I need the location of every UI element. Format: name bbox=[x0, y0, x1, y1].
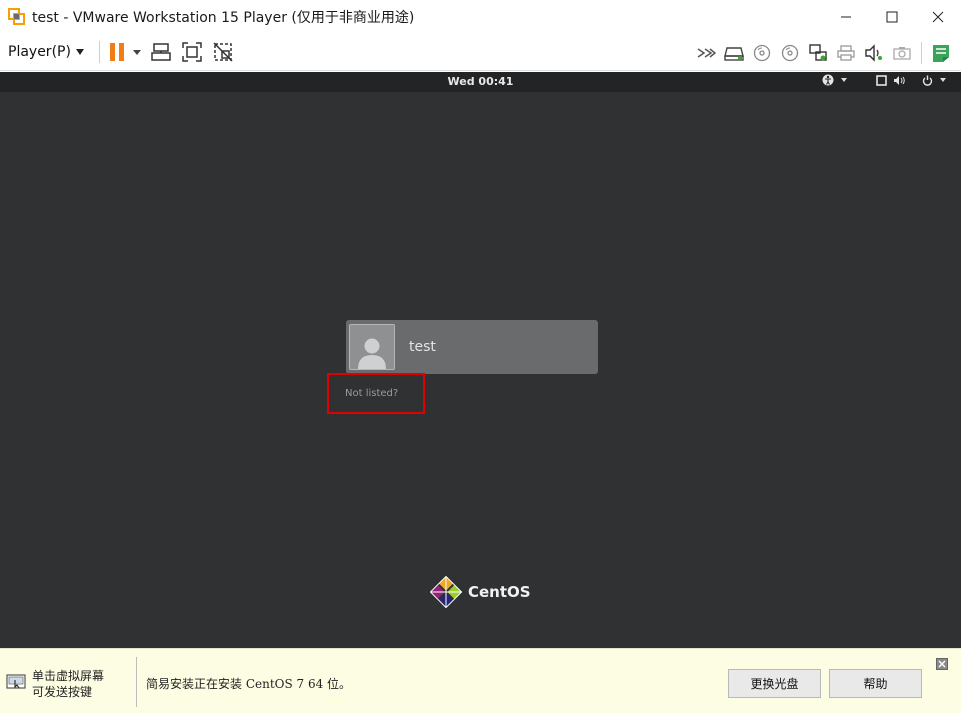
accessibility-icon[interactable] bbox=[822, 74, 834, 86]
help-button[interactable]: 帮助 bbox=[829, 669, 922, 698]
notification-divider bbox=[136, 657, 137, 707]
send-ctrl-alt-del-icon bbox=[151, 43, 171, 61]
notification-close-button[interactable] bbox=[936, 658, 948, 670]
centos-logo-text: CentOS bbox=[468, 583, 531, 601]
chevron-down-icon bbox=[940, 78, 946, 82]
device-icons bbox=[692, 34, 955, 71]
unity-icon bbox=[213, 42, 233, 62]
centos-logo-icon bbox=[430, 576, 462, 608]
notification-bar: 单击虚拟屏幕 可发送按键 简易安装正在安装 CentOS 7 64 位。 更换光… bbox=[0, 648, 961, 713]
power-options-dropdown[interactable] bbox=[131, 39, 143, 65]
system-menu[interactable] bbox=[822, 74, 947, 86]
camera-button[interactable] bbox=[888, 40, 915, 66]
annotation-highlight-box bbox=[327, 373, 425, 414]
fullscreen-icon bbox=[182, 42, 202, 62]
send-ctrl-alt-del-button[interactable] bbox=[148, 39, 174, 65]
cd-dvd-button-2[interactable] bbox=[776, 40, 803, 66]
cd-dvd-icon bbox=[753, 44, 770, 61]
volume-icon bbox=[894, 75, 905, 85]
printer-button[interactable] bbox=[832, 40, 859, 66]
vmware-app-icon bbox=[8, 8, 25, 25]
window-controls bbox=[823, 0, 961, 34]
pause-button[interactable] bbox=[108, 39, 126, 65]
power-icon bbox=[922, 75, 933, 86]
install-status-text: 简易安装正在安装 CentOS 7 64 位。 bbox=[146, 677, 352, 691]
vmware-window: test - VMware Workstation 15 Player (仅用于… bbox=[0, 0, 961, 713]
dropdown-arrow-icon bbox=[132, 50, 141, 55]
message-log-button[interactable] bbox=[927, 40, 954, 66]
minimize-button[interactable] bbox=[823, 0, 869, 34]
toolbar-divider bbox=[98, 41, 100, 63]
chevron-down-icon bbox=[75, 49, 84, 55]
minimize-icon bbox=[841, 16, 851, 18]
camera-icon bbox=[892, 46, 911, 60]
printer-icon bbox=[836, 44, 855, 61]
square-icon bbox=[876, 74, 887, 86]
clock[interactable]: Wed 00:41 bbox=[0, 75, 961, 88]
fast-forward-button[interactable] bbox=[692, 40, 719, 66]
sound-card-button[interactable] bbox=[860, 40, 887, 66]
network-adapter-button[interactable] bbox=[804, 40, 831, 66]
close-icon bbox=[938, 660, 946, 668]
gnome-top-bar: Wed 00:41 bbox=[0, 72, 961, 92]
user-name: test bbox=[409, 339, 436, 355]
centos-logo: CentOS bbox=[430, 576, 531, 608]
player-toolbar: Player(P) bbox=[0, 34, 961, 71]
chevron-down-icon bbox=[841, 78, 847, 82]
window-title: test - VMware Workstation 15 Player (仅用于… bbox=[32, 10, 415, 26]
sound-card-icon bbox=[864, 43, 882, 62]
maximize-icon bbox=[886, 11, 898, 23]
keyboard-hint-icon bbox=[6, 674, 26, 689]
fast-forward-icon bbox=[697, 47, 716, 58]
user-list-item[interactable]: test bbox=[346, 320, 598, 374]
avatar bbox=[349, 324, 395, 370]
title-bar: test - VMware Workstation 15 Player (仅用于… bbox=[0, 0, 961, 34]
player-menu[interactable]: Player(P) bbox=[8, 39, 91, 65]
unity-button[interactable] bbox=[210, 39, 236, 65]
hard-disk-icon bbox=[723, 46, 744, 61]
player-menu-label: Player(P) bbox=[8, 44, 71, 60]
pause-icon bbox=[109, 43, 124, 61]
click-screen-hint: 单击虚拟屏幕 可发送按键 bbox=[32, 668, 104, 700]
close-icon bbox=[932, 11, 944, 23]
hint-text: 单击虚拟屏幕 可发送按键 bbox=[32, 669, 105, 699]
maximize-button[interactable] bbox=[869, 0, 915, 34]
user-silhouette-icon bbox=[358, 338, 386, 369]
fullscreen-button[interactable] bbox=[179, 39, 205, 65]
message-log-icon bbox=[932, 44, 949, 62]
vm-screen[interactable]: Wed 00:41 test Not listed? CentOS bbox=[0, 72, 961, 648]
close-button[interactable] bbox=[915, 0, 961, 34]
toolbar-divider bbox=[921, 41, 922, 64]
cd-dvd-button[interactable] bbox=[748, 40, 775, 66]
hard-disk-button[interactable] bbox=[720, 40, 747, 66]
network-adapter-icon bbox=[808, 43, 827, 61]
change-disc-button[interactable]: 更换光盘 bbox=[728, 669, 821, 698]
cd-dvd-icon bbox=[781, 44, 798, 61]
